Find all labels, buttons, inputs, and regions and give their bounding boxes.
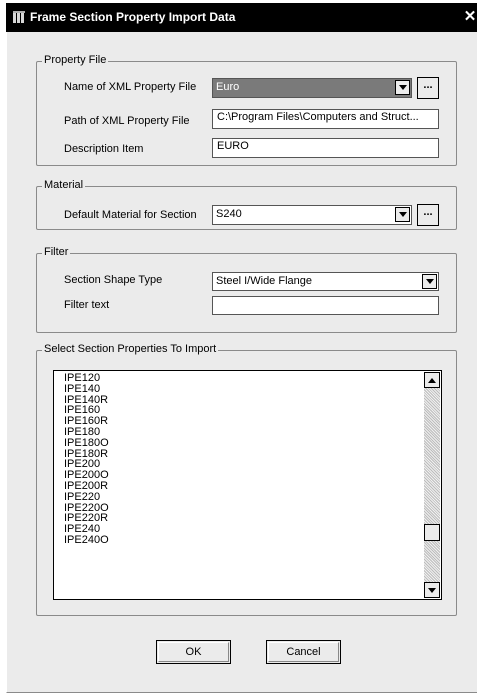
property-file-group-label: Property File bbox=[42, 54, 109, 66]
section-shape-dropdown-arrow[interactable] bbox=[422, 274, 437, 289]
section-shape-combo[interactable]: Steel I/Wide Flange bbox=[212, 272, 439, 291]
material-dropdown-arrow[interactable] bbox=[395, 207, 410, 222]
chevron-down-icon bbox=[399, 85, 407, 90]
ok-button-label: OK bbox=[185, 646, 202, 658]
default-material-combo[interactable]: S240 bbox=[212, 205, 412, 225]
scroll-up-button[interactable] bbox=[424, 372, 440, 388]
section-shape-value: Steel I/Wide Flange bbox=[216, 275, 312, 287]
xml-file-name-label: Name of XML Property File bbox=[64, 81, 197, 93]
list-item[interactable]: IPE220 bbox=[64, 491, 109, 503]
scroll-thumb[interactable] bbox=[424, 524, 440, 541]
chevron-down-icon bbox=[399, 212, 407, 217]
list-item[interactable]: IPE240O bbox=[64, 535, 109, 546]
material-browse-button[interactable]: ... bbox=[417, 204, 439, 226]
description-item-label: Description Item bbox=[64, 143, 144, 155]
default-material-value: S240 bbox=[216, 208, 242, 220]
app-icon bbox=[12, 10, 26, 24]
scroll-down-button[interactable] bbox=[424, 582, 440, 598]
title-bar: Frame Section Property Import Data ✕ bbox=[6, 3, 477, 32]
filter-text-input[interactable] bbox=[212, 296, 439, 315]
section-list-group-label: Select Section Properties To Import bbox=[42, 343, 219, 355]
filter-text-label: Filter text bbox=[64, 299, 110, 311]
list-item[interactable]: IPE140 bbox=[64, 383, 109, 395]
chevron-up-icon bbox=[428, 378, 436, 383]
xml-file-path-field[interactable]: C:\Program Files\Computers and Struct... bbox=[212, 109, 439, 129]
filter-group-label: Filter bbox=[42, 246, 71, 258]
section-items-container: IPE120 IPE140 IPE140R IPE160 IPE160R IPE180 IP… bbox=[64, 373, 109, 546]
filter-group: Filter bbox=[36, 246, 457, 333]
default-material-label: Default Material for Section bbox=[64, 209, 197, 221]
ok-button[interactable]: OK bbox=[156, 640, 231, 664]
section-shape-label: Section Shape Type bbox=[64, 274, 163, 286]
section-properties-listbox[interactable]: IPE120 IPE140 IPE140R IPE160 IPE160R IPE180 IP… bbox=[53, 370, 442, 600]
close-icon[interactable]: ✕ bbox=[463, 8, 477, 26]
window-title: Frame Section Property Import Data bbox=[30, 10, 236, 24]
xml-file-path-label: Path of XML Property File bbox=[64, 115, 190, 127]
cancel-button-label: Cancel bbox=[286, 646, 321, 658]
xml-file-browse-button[interactable]: ... bbox=[417, 77, 439, 99]
list-item[interactable]: IPE180O bbox=[64, 437, 109, 449]
chevron-down-icon bbox=[426, 279, 434, 284]
description-item-field[interactable]: EURO bbox=[212, 138, 439, 158]
list-scrollbar[interactable] bbox=[424, 372, 440, 598]
material-group-label: Material bbox=[42, 179, 86, 191]
cancel-button[interactable]: Cancel bbox=[266, 640, 341, 664]
xml-file-name-combo[interactable]: Euro bbox=[212, 78, 412, 98]
xml-file-dropdown-arrow[interactable] bbox=[395, 80, 410, 95]
xml-file-name-value: Euro bbox=[216, 81, 240, 93]
chevron-down-icon bbox=[428, 588, 436, 593]
